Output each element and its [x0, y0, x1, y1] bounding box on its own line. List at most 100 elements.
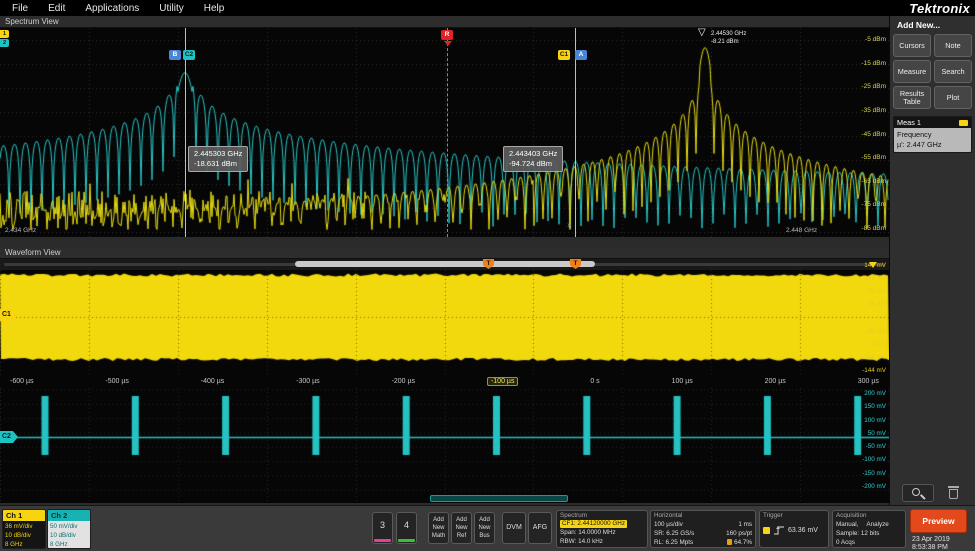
cursor-a-readout: 2.445303 GHz -18.631 dBm — [188, 146, 248, 172]
channel2-badge[interactable]: Ch 2 50 mV/div 10 dB/div 8 GHz — [47, 509, 91, 549]
results-table-button[interactable]: Results Table — [893, 86, 931, 109]
horizontal-scale: 100 µs/div — [654, 520, 683, 529]
channel2-scale: 50 mV/div — [50, 522, 88, 531]
meas1-header: Meas 1 — [894, 117, 971, 128]
waveform-scrollbar[interactable] — [295, 261, 595, 267]
edge-trigger-icon — [773, 525, 785, 535]
menu-utility[interactable]: Utility — [159, 3, 183, 14]
trash-lid-icon — [948, 486, 959, 488]
channel4-label: 4 — [404, 520, 409, 530]
meas1-source-icon — [959, 120, 968, 126]
time-label: -600 µs — [10, 378, 34, 385]
time-label: -100 µs — [487, 377, 519, 386]
channel1-bandwidth: 8 GHz — [5, 540, 43, 549]
time-value: 8:53:38 PM — [912, 544, 950, 551]
menu-applications[interactable]: Applications — [85, 3, 139, 14]
channel1-marker-badge[interactable]: C1 — [558, 50, 570, 60]
trash-button[interactable] — [942, 484, 966, 502]
channel1-badge[interactable]: Ch 1 36 mV/div 10 dB/div 8 GHz — [2, 509, 46, 549]
tektronix-logo: Tektronix — [909, 1, 970, 16]
status-bar: Ch 1 36 mV/div 10 dB/div 8 GHz Ch 2 50 m… — [0, 505, 975, 551]
spectrum-ch1-tab[interactable]: 1 — [0, 30, 9, 38]
channel3-label: 3 — [380, 520, 385, 530]
trigger-position-flag[interactable]: T — [570, 259, 581, 269]
channel4-button[interactable]: 4 — [396, 512, 417, 544]
cursors-button[interactable]: Cursors — [893, 34, 931, 57]
spectrum-settings-badge[interactable]: Spectrum CF1: 2.44120000 GHz Span: 14.00… — [556, 510, 648, 548]
horizontal-badge-title: Horizontal — [654, 512, 752, 520]
memory-fill-value: 64.7% — [734, 539, 752, 546]
date-value: 23 Apr 2019 — [912, 536, 950, 544]
time-label: 100 µs — [672, 378, 693, 385]
time-label: 0 s — [590, 378, 599, 385]
reference-marker-badge[interactable]: R — [441, 30, 453, 40]
menu-help[interactable]: Help — [204, 3, 225, 14]
add-new-bus-button[interactable]: Add New Bus — [474, 512, 495, 544]
channel3-color-strip — [374, 539, 391, 542]
memory-fill: 64.7% — [727, 538, 752, 547]
spectrum-view-titlebar: Spectrum View — [0, 16, 889, 28]
spectrum-center-freq-line — [447, 28, 448, 237]
acquisition-badge[interactable]: Acquisition Manual, Analyze Sample: 12 b… — [832, 510, 906, 548]
cursor-b-badge[interactable]: B — [169, 50, 181, 60]
zoom-tool-button[interactable] — [902, 484, 934, 502]
peak-marker-frequency: 2.44530 GHz — [711, 30, 746, 38]
trigger-badge-title: Trigger — [763, 512, 825, 520]
measure-button[interactable]: Measure — [893, 60, 931, 83]
trash-icon — [949, 489, 958, 499]
channel2-bandwidth: 8 GHz — [50, 540, 88, 549]
add-new-ref-button[interactable]: Add New Ref — [451, 512, 472, 544]
expansion-point-flag[interactable]: T — [483, 259, 494, 269]
channel1-clip-indicator-icon — [869, 262, 877, 268]
plot-button[interactable]: Plot — [934, 86, 972, 109]
afg-button[interactable]: AFG — [528, 512, 552, 544]
zoom-region-scrollbar[interactable] — [430, 495, 568, 502]
spectrum-badge-title: Spectrum — [560, 512, 644, 520]
add-new-header: Add New... — [897, 20, 975, 30]
span-value: Span: 14.0000 MHz — [560, 528, 616, 537]
meas1-body: Frequency µ': 2.447 GHz — [894, 128, 971, 152]
trigger-badge[interactable]: Trigger 63.36 mV — [759, 510, 829, 548]
sample-resolution: 160 ps/pt — [726, 529, 752, 538]
spectrum-ch2-tab[interactable]: 2 — [0, 39, 9, 47]
meas1-badge[interactable]: Meas 1 Frequency µ': 2.447 GHz — [893, 116, 972, 153]
trigger-level-value: 63.36 mV — [788, 527, 818, 534]
center-frequency-value[interactable]: CF1: 2.44120000 GHz — [560, 520, 627, 528]
channel2-badge-settings: 50 mV/div 10 dB/div 8 GHz — [48, 521, 90, 549]
channel2-badge-title: Ch 2 — [48, 510, 90, 521]
menu-file[interactable]: File — [12, 3, 28, 14]
meas1-title: Meas 1 — [897, 118, 921, 127]
peak-marker-amplitude: -8.21 dBm — [711, 38, 746, 46]
waveform-view-titlebar: Waveform View — [0, 247, 889, 259]
spectrum-plot-canvas[interactable] — [0, 28, 889, 237]
menu-bar: File Edit Applications Utility Help Tekt… — [0, 0, 975, 16]
search-button[interactable]: Search — [934, 60, 972, 83]
spectrum-start-frequency: 2.434 GHz — [5, 227, 36, 234]
horizontal-badge[interactable]: Horizontal 100 µs/div 1 ms SR: 6.25 GS/s… — [650, 510, 756, 548]
note-button[interactable]: Note — [934, 34, 972, 57]
channel3-button[interactable]: 3 — [372, 512, 393, 544]
channel2-marker-badge[interactable]: C2 — [183, 50, 195, 60]
waveform-nav-strip: T T — [0, 259, 889, 270]
cursor-a-frequency: 2.445303 GHz — [194, 149, 242, 159]
trigger-source-icon — [763, 527, 770, 534]
meas1-value: µ': 2.447 GHz — [897, 140, 968, 150]
cursor-grab-icon[interactable]: × — [567, 222, 572, 230]
results-bar: Add New... Cursors Note Measure Search R… — [889, 16, 975, 505]
magnifier-icon — [912, 488, 920, 496]
menu-edit[interactable]: Edit — [48, 3, 65, 14]
rbw-value: RBW: 14.0 kHz — [560, 537, 603, 546]
record-length: RL: 6.25 Mpts — [654, 538, 693, 547]
oscilloscope-screen: File Edit Applications Utility Help Tekt… — [0, 0, 975, 551]
preview-button[interactable]: Preview — [910, 509, 967, 533]
spectrum-plot-area[interactable]: 1 2 B C2 C1 A R ▽ 2.44530 GHz -8.21 dBm … — [0, 28, 889, 237]
cursor-a-badge[interactable]: A — [575, 50, 587, 60]
spectrum-stop-frequency: 2.448 GHz — [786, 227, 817, 234]
add-new-math-button[interactable]: Add New Math — [428, 512, 449, 544]
reference-marker-triangle-icon — [444, 41, 452, 46]
peak-marker-icon[interactable]: ▽ — [698, 28, 706, 38]
cursor-b-amplitude: -94.724 dBm — [509, 159, 557, 169]
time-label: 200 µs — [765, 378, 786, 385]
channel1-badge-title: Ch 1 — [3, 510, 45, 521]
dvm-button[interactable]: DVM — [502, 512, 526, 544]
